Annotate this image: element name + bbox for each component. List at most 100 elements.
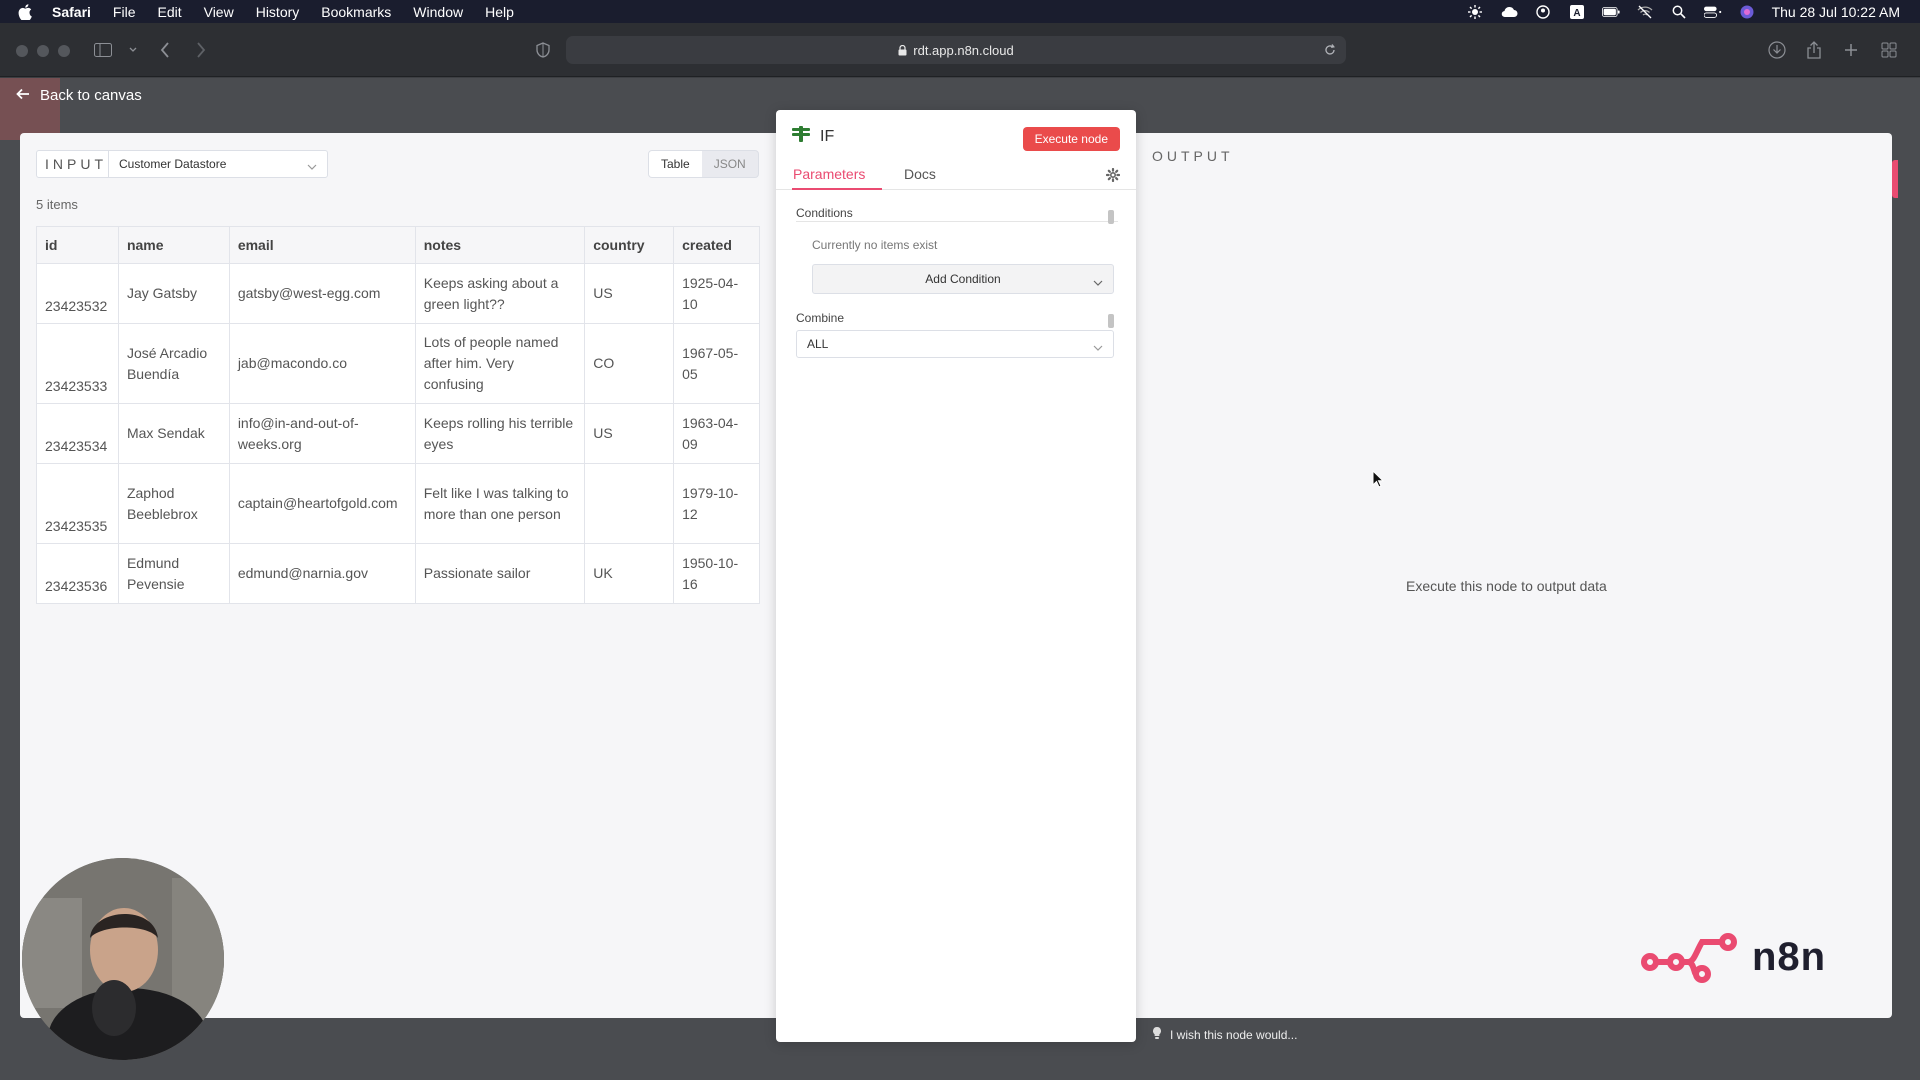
tab-overview-icon[interactable] bbox=[1878, 39, 1900, 61]
menu-window[interactable]: Window bbox=[413, 4, 463, 20]
control-center-icon[interactable] bbox=[1703, 5, 1722, 19]
input-source-select[interactable]: Customer Datastore bbox=[108, 150, 328, 178]
execute-node-button[interactable]: Execute node bbox=[1022, 127, 1120, 151]
divider bbox=[796, 221, 1118, 222]
table-cell[interactable]: 1950-10-16 bbox=[673, 543, 760, 604]
battery-icon[interactable] bbox=[1601, 5, 1620, 19]
table-cell[interactable]: UK bbox=[584, 543, 675, 604]
json-view-button[interactable]: JSON bbox=[702, 151, 758, 177]
table-view-button[interactable]: Table bbox=[649, 151, 702, 177]
table-cell[interactable]: 23423534 bbox=[36, 403, 119, 464]
column-header-created[interactable]: created bbox=[673, 226, 760, 264]
table-cell[interactable]: Keeps asking about a green light?? bbox=[414, 263, 586, 324]
share-icon[interactable] bbox=[1803, 39, 1825, 61]
table-cell[interactable]: José Arcadio Buendía bbox=[117, 323, 230, 404]
tab-parameters[interactable]: Parameters bbox=[793, 166, 865, 182]
table-cell[interactable]: Zaphod Beeblebrox bbox=[117, 463, 230, 544]
lock-icon bbox=[898, 44, 907, 56]
new-tab-icon[interactable] bbox=[1840, 39, 1862, 61]
table-row: 23423534 Max Sendak info@in-and-out-of-w… bbox=[36, 403, 760, 464]
zoom-window-button[interactable] bbox=[58, 45, 70, 57]
feedback-link[interactable]: I wish this node would... bbox=[1152, 1026, 1297, 1043]
menu-history[interactable]: History bbox=[256, 4, 300, 20]
privacy-shield-icon[interactable] bbox=[532, 39, 554, 61]
table-cell[interactable]: 1967-05-05 bbox=[673, 323, 760, 404]
window-controls bbox=[16, 45, 70, 57]
table-cell[interactable]: Edmund Pevensie bbox=[117, 543, 230, 604]
gear-icon[interactable] bbox=[1105, 167, 1121, 187]
menu-bookmarks[interactable]: Bookmarks bbox=[321, 4, 391, 20]
brightness-icon[interactable] bbox=[1466, 4, 1484, 19]
display-mode-toggle: Table JSON bbox=[648, 150, 759, 178]
chevron-down-icon[interactable] bbox=[122, 39, 144, 61]
lightbulb-icon bbox=[1152, 1026, 1162, 1043]
minimize-window-button[interactable] bbox=[37, 45, 49, 57]
menu-view[interactable]: View bbox=[204, 4, 234, 20]
combine-select[interactable]: ALL bbox=[796, 330, 1114, 358]
node-title[interactable]: IF bbox=[820, 128, 834, 146]
download-icon[interactable] bbox=[1766, 39, 1788, 61]
table-cell[interactable]: 23423532 bbox=[36, 263, 119, 324]
column-header-notes[interactable]: notes bbox=[414, 226, 586, 264]
column-header-id[interactable]: id bbox=[36, 226, 119, 264]
table-cell[interactable]: captain@heartofgold.com bbox=[228, 463, 416, 544]
table-cell[interactable]: Max Sendak bbox=[117, 403, 230, 464]
node-parameters-panel: IF Execute node Parameters Docs Conditio… bbox=[776, 110, 1136, 1042]
table-cell[interactable] bbox=[584, 463, 675, 544]
table-cell[interactable]: gatsby@west-egg.com bbox=[228, 263, 416, 324]
table-cell[interactable]: Jay Gatsby bbox=[117, 263, 230, 324]
table-cell[interactable]: jab@macondo.co bbox=[228, 323, 416, 404]
forward-nav-icon[interactable] bbox=[190, 39, 212, 61]
column-header-name[interactable]: name bbox=[117, 226, 230, 264]
cloud-sync-icon[interactable] bbox=[1500, 5, 1518, 19]
table-cell[interactable]: 23423535 bbox=[36, 463, 119, 544]
apple-icon[interactable] bbox=[18, 3, 36, 20]
sidebar-toggle-icon[interactable] bbox=[92, 39, 114, 61]
menu-file[interactable]: File bbox=[113, 4, 136, 20]
address-bar[interactable]: rdt.app.n8n.cloud bbox=[566, 36, 1346, 64]
keyboard-input-icon[interactable]: A bbox=[1568, 4, 1586, 19]
table-cell[interactable]: 23423536 bbox=[36, 543, 119, 604]
n8n-wordmark: n8n bbox=[1752, 934, 1827, 979]
table-cell[interactable]: Keeps rolling his terrible eyes bbox=[414, 403, 586, 464]
table-cell[interactable]: Lots of people named after him. Very con… bbox=[414, 323, 586, 404]
drag-handle[interactable] bbox=[1108, 210, 1114, 224]
table-cell[interactable]: US bbox=[584, 263, 675, 324]
table-cell[interactable]: 23423533 bbox=[36, 323, 119, 404]
table-row: 23423532 Jay Gatsby gatsby@west-egg.com … bbox=[36, 263, 760, 324]
table-row: 23423533 José Arcadio Buendía jab@macond… bbox=[36, 323, 760, 404]
table-cell[interactable]: edmund@narnia.gov bbox=[228, 543, 416, 604]
column-header-email[interactable]: email bbox=[228, 226, 416, 264]
table-cell[interactable]: Passionate sailor bbox=[414, 543, 586, 604]
table-cell[interactable]: US bbox=[584, 403, 675, 464]
menu-edit[interactable]: Edit bbox=[157, 4, 181, 20]
back-nav-icon[interactable] bbox=[154, 39, 176, 61]
input-data-table: id name email notes country created 2342… bbox=[36, 226, 760, 604]
table-cell[interactable]: 1979-10-12 bbox=[673, 463, 760, 544]
back-to-canvas-link[interactable]: Back to canvas bbox=[16, 87, 142, 104]
tab-docs[interactable]: Docs bbox=[904, 166, 936, 182]
drag-handle[interactable] bbox=[1108, 314, 1114, 328]
no-items-text: Currently no items exist bbox=[812, 238, 938, 252]
close-window-button[interactable] bbox=[16, 45, 28, 57]
table-cell[interactable]: Felt like I was talking to more than one… bbox=[414, 463, 586, 544]
user-circle-icon[interactable] bbox=[1534, 4, 1552, 19]
table-cell[interactable]: CO bbox=[584, 323, 675, 404]
conditions-label: Conditions bbox=[796, 206, 853, 220]
combine-value: ALL bbox=[807, 337, 829, 351]
column-header-country[interactable]: country bbox=[584, 226, 675, 264]
spotlight-search-icon[interactable] bbox=[1670, 5, 1688, 19]
siri-icon[interactable] bbox=[1738, 5, 1756, 19]
node-header: IF bbox=[792, 126, 834, 147]
wifi-off-icon[interactable] bbox=[1636, 5, 1654, 19]
add-condition-button[interactable]: Add Condition bbox=[812, 264, 1114, 294]
menu-app-safari[interactable]: Safari bbox=[52, 4, 91, 20]
table-cell[interactable]: 1963-04-09 bbox=[673, 403, 760, 464]
menu-help[interactable]: Help bbox=[485, 4, 514, 20]
active-tab-indicator bbox=[792, 188, 882, 190]
table-cell[interactable]: info@in-and-out-of-weeks.org bbox=[228, 403, 416, 464]
menu-clock[interactable]: Thu 28 Jul 10:22 AM bbox=[1772, 4, 1900, 20]
chevron-down-icon bbox=[1093, 275, 1103, 289]
table-cell[interactable]: 1925-04-10 bbox=[673, 263, 760, 324]
reload-icon[interactable] bbox=[1324, 43, 1336, 56]
